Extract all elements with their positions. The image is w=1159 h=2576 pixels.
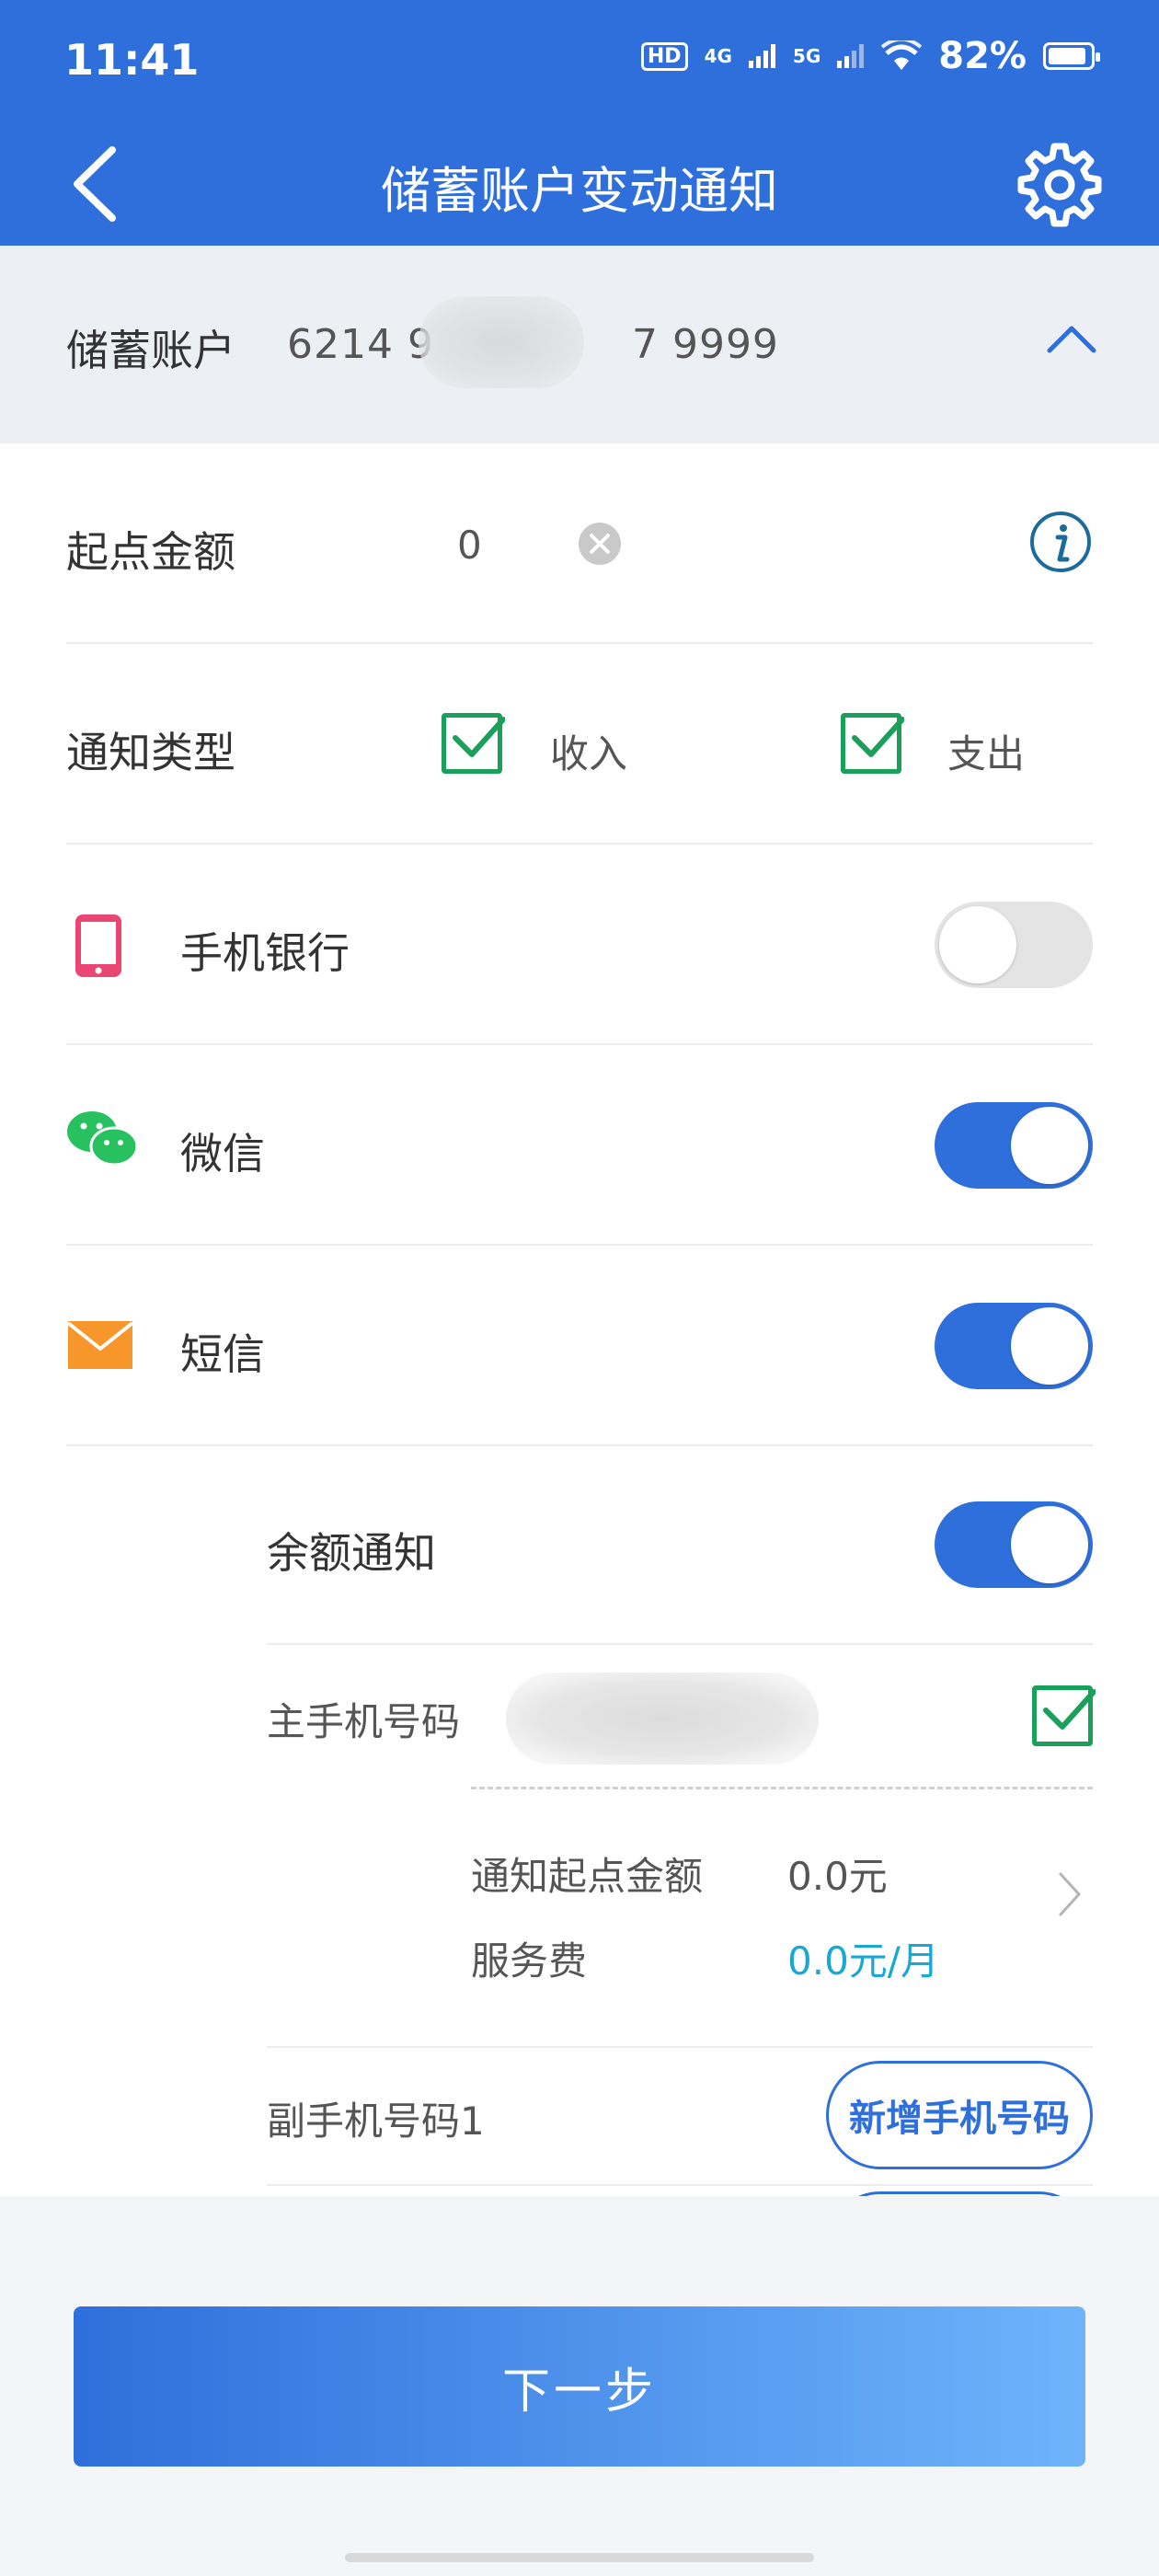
battery-percent: 82% — [938, 35, 1027, 77]
clear-icon[interactable] — [577, 521, 623, 567]
secondary-phone-row: 副手机号码1 新增手机号码 — [267, 2048, 1093, 2186]
balance-notify-row: 余额通知 — [267, 1446, 1093, 1645]
primary-phone-label: 主手机号码 — [267, 1699, 461, 1744]
income-checkbox[interactable] — [442, 713, 505, 774]
channel-row-wechat: 微信 — [66, 1045, 1093, 1246]
account-number-end: 7 9999 — [631, 321, 779, 368]
status-bar: 11:41 HD 4G 5G 82% — [0, 0, 1159, 124]
chevron-right-icon[interactable] — [1056, 1869, 1084, 1919]
wifi-icon — [881, 40, 923, 70]
page-title: 储蓄账户变动通知 — [381, 162, 778, 220]
service-fee-label: 服务费 — [471, 1938, 588, 1984]
wechat-icon — [67, 1111, 138, 1167]
threshold-amount-label: 通知起点金额 — [471, 1854, 704, 1899]
threshold-amount-value: 0.0元 — [787, 1854, 888, 1899]
signal-bars-icon — [748, 44, 775, 68]
secondary-phone-label: 副手机号码1 — [267, 2099, 485, 2144]
divider — [471, 1787, 1093, 1789]
threshold-label: 起点金额 — [66, 527, 235, 577]
info-icon[interactable] — [1028, 510, 1093, 574]
masked-phone-number — [506, 1673, 819, 1765]
account-selector[interactable]: 储蓄账户 6214 9 7 9999 — [0, 246, 1159, 443]
next-button[interactable]: 下一步 — [74, 2306, 1085, 2467]
mobile-bank-toggle[interactable] — [935, 902, 1093, 988]
signal-5g-icon: 5G — [792, 45, 821, 67]
add-phone-button[interactable]: 新增手机号码 — [826, 2061, 1093, 2169]
balance-notify-toggle[interactable] — [935, 1501, 1093, 1588]
check-icon — [453, 717, 505, 757]
threshold-row: 起点金额 0 — [66, 443, 1093, 644]
status-icons: HD 4G 5G 82% — [640, 35, 1100, 77]
service-fee-value: 0.0元/月 — [787, 1938, 939, 1984]
primary-phone-checkbox[interactable] — [1032, 1685, 1096, 1746]
settings-card: 起点金额 0 通知类型 收入 支出 手机银行 微信 短信 余额通知 主手机号码 … — [0, 443, 1159, 2196]
account-label: 储蓄账户 — [66, 326, 235, 375]
status-time: 11:41 — [64, 35, 200, 85]
notify-type-row: 通知类型 收入 支出 — [66, 644, 1093, 845]
income-label: 收入 — [550, 731, 628, 776]
channel-row-sms: 短信 — [66, 1246, 1093, 1446]
nav-bar: 储蓄账户变动通知 — [0, 124, 1159, 246]
expense-label: 支出 — [947, 731, 1026, 776]
signal-4g-icon: 4G — [704, 45, 732, 67]
primary-phone-section: 主手机号码 通知起点金额 0.0元 服务费 0.0元/月 — [267, 1645, 1096, 2048]
phone-icon — [75, 914, 121, 977]
threshold-input[interactable]: 0 — [457, 523, 482, 568]
notify-type-label: 通知类型 — [66, 728, 235, 777]
wechat-toggle[interactable] — [935, 1102, 1093, 1189]
wechat-label: 微信 — [180, 1129, 265, 1179]
expense-checkbox[interactable] — [841, 713, 904, 774]
mobile-bank-label: 手机银行 — [180, 928, 350, 978]
sms-label: 短信 — [180, 1329, 265, 1379]
balance-notify-label: 余额通知 — [267, 1528, 436, 1578]
check-icon — [1043, 1689, 1096, 1730]
hd-icon: HD — [640, 41, 688, 71]
check-icon — [852, 717, 904, 757]
signal-bars-icon — [837, 44, 865, 68]
mail-icon — [68, 1321, 132, 1369]
chevron-up-icon[interactable] — [1044, 321, 1099, 358]
home-indicator[interactable] — [345, 2553, 814, 2562]
sms-toggle[interactable] — [935, 1303, 1093, 1389]
battery-icon — [1043, 42, 1100, 70]
bottom-bar: 下一步 — [0, 2196, 1159, 2576]
account-number-start: 6214 9 — [287, 321, 434, 368]
channel-row-mobile-bank: 手机银行 — [66, 845, 1093, 1045]
masked-account-digits — [419, 296, 584, 388]
gear-icon[interactable] — [1014, 139, 1106, 231]
